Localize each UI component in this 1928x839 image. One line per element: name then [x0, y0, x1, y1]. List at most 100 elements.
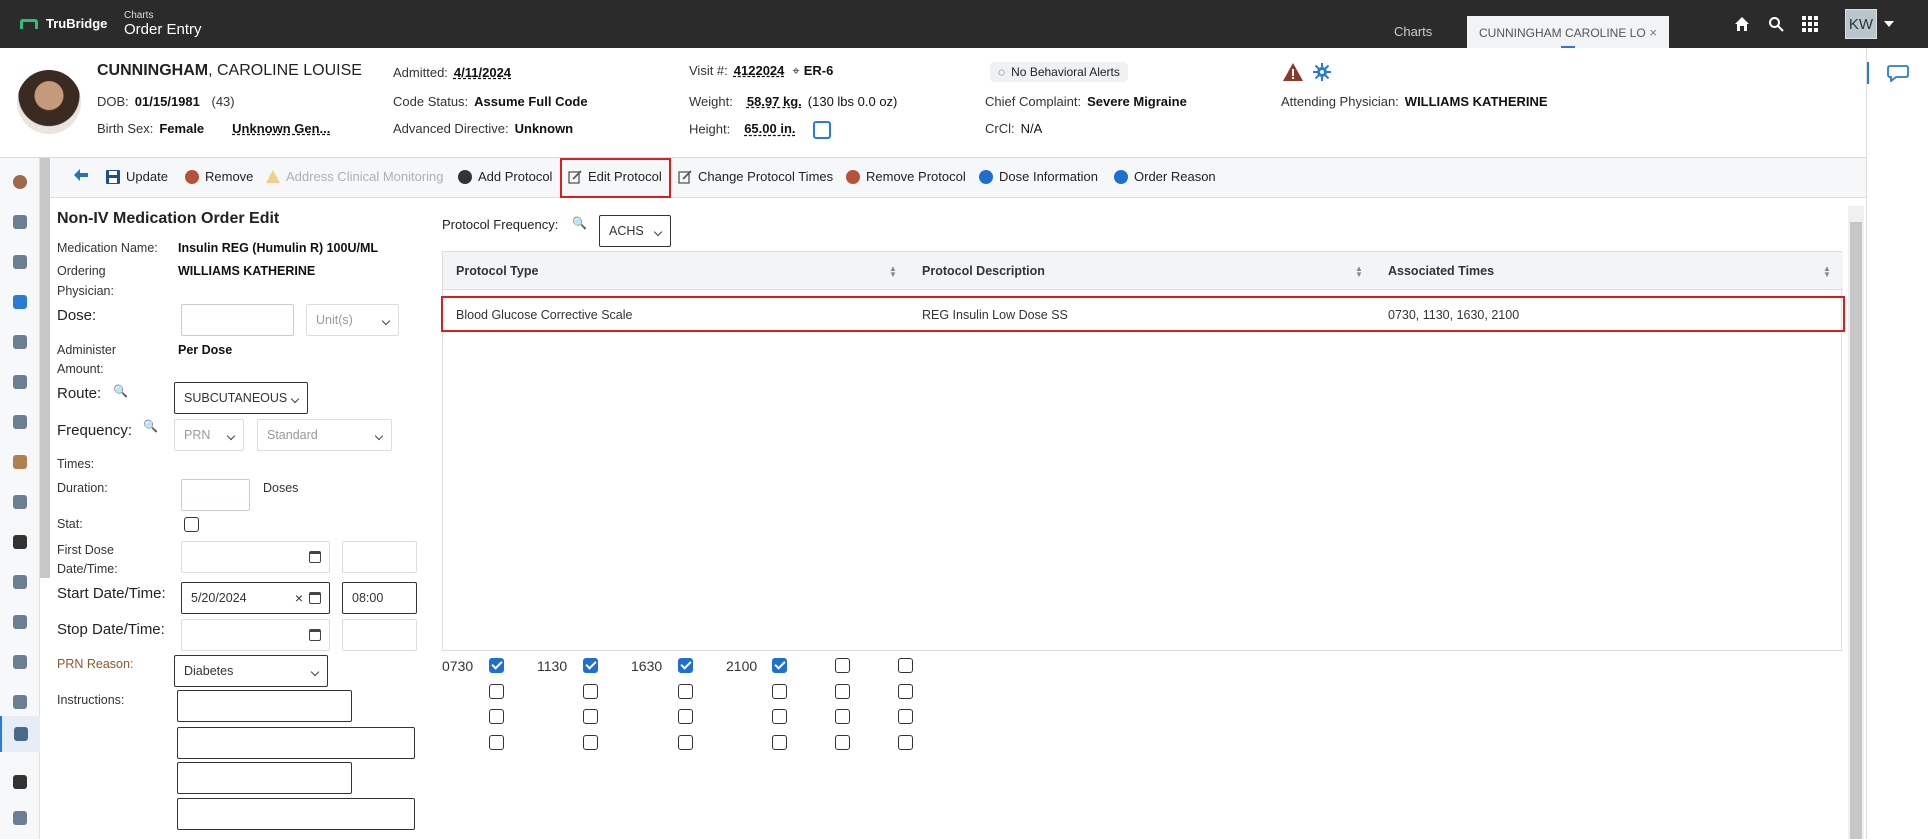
dose-input[interactable]	[181, 304, 294, 336]
nav-lab-icon[interactable]	[0, 324, 40, 360]
sort-icon[interactable]: ▲ ▼	[1355, 265, 1363, 279]
time-checkbox[interactable]	[772, 735, 787, 750]
column-protocol-description[interactable]: Protocol Description	[922, 264, 1045, 278]
instructions-input-2[interactable]	[177, 727, 415, 759]
time-checkbox[interactable]	[898, 684, 913, 699]
time-checkbox[interactable]	[489, 658, 504, 673]
time-checkbox[interactable]	[898, 658, 913, 673]
start-date-input[interactable]: 5/20/2024 ×	[181, 582, 330, 614]
nav-help-icon[interactable]	[0, 764, 40, 800]
calendar-icon[interactable]	[309, 551, 321, 563]
apps-grid-icon[interactable]	[1800, 14, 1820, 34]
column-protocol-type[interactable]: Protocol Type	[456, 264, 538, 278]
nav-documents-icon[interactable]	[0, 564, 40, 600]
time-checkbox[interactable]	[678, 709, 693, 724]
tab-charts[interactable]: Charts	[1394, 24, 1432, 39]
time-checkbox[interactable]	[835, 658, 850, 673]
time-checkbox[interactable]	[583, 709, 598, 724]
time-checkbox[interactable]	[583, 735, 598, 750]
nav-patient-icon[interactable]	[0, 164, 40, 200]
brand-logo[interactable]: TruBridge	[20, 16, 107, 31]
update-button[interactable]: Update	[106, 169, 168, 184]
frequency-select[interactable]: PRN	[174, 419, 244, 451]
add-protocol-button[interactable]: Add Protocol	[458, 169, 552, 184]
nav-imaging-icon[interactable]	[0, 524, 40, 560]
time-checkbox[interactable]	[583, 684, 598, 699]
sort-icon[interactable]: ▲ ▼	[889, 265, 897, 279]
nav-staff-icon[interactable]	[0, 484, 40, 520]
address-clinical-monitoring-button[interactable]: Address Clinical Monitoring	[266, 169, 444, 184]
column-associated-times[interactable]: Associated Times	[1388, 264, 1494, 278]
nav-reports-icon[interactable]	[0, 644, 40, 680]
chat-icon[interactable]	[1887, 64, 1909, 85]
admitted-value[interactable]: 4/11/2024	[454, 65, 511, 80]
nav-notes-icon[interactable]	[0, 244, 40, 280]
stop-time-input[interactable]	[342, 619, 417, 651]
nav-calendar-icon[interactable]	[0, 284, 40, 320]
time-checkbox[interactable]	[835, 735, 850, 750]
order-reason-button[interactable]: Order Reason	[1114, 169, 1216, 184]
route-search-icon[interactable]: 🔍	[113, 384, 128, 398]
form-scrollbar[interactable]	[40, 158, 50, 578]
gender-value[interactable]: Unknown Gen...	[232, 121, 330, 136]
infection-alert-icon[interactable]	[1312, 62, 1332, 85]
time-checkbox[interactable]	[489, 684, 504, 699]
protocol-frequency-select[interactable]: ACHS	[599, 215, 671, 247]
nav-forms-icon[interactable]	[0, 604, 40, 640]
prn-reason-select[interactable]: Diabetes	[174, 655, 328, 687]
remove-button[interactable]: Remove	[185, 169, 253, 184]
home-icon[interactable]	[1732, 14, 1752, 34]
close-tab-icon[interactable]: ×	[1649, 25, 1657, 40]
protocol-frequency-search-icon[interactable]: 🔍	[572, 216, 587, 230]
time-checkbox[interactable]	[898, 735, 913, 750]
time-checkbox[interactable]	[678, 684, 693, 699]
calendar-icon[interactable]	[309, 592, 321, 604]
nav-orders-icon[interactable]	[0, 364, 40, 400]
nav-results-icon[interactable]	[0, 404, 40, 440]
unit-select[interactable]: Unit(s)	[306, 304, 399, 336]
allergy-alert-icon[interactable]	[1282, 62, 1304, 85]
time-checkbox[interactable]	[835, 709, 850, 724]
height-value[interactable]: 65.00 in.	[744, 121, 795, 136]
instructions-input-1[interactable]	[177, 690, 352, 722]
time-checkbox[interactable]	[772, 658, 787, 673]
time-checkbox[interactable]	[898, 709, 913, 724]
time-checkbox[interactable]	[678, 735, 693, 750]
stat-checkbox[interactable]	[184, 517, 199, 532]
chevron-down-icon[interactable]	[1884, 21, 1894, 27]
nav-vitals-icon[interactable]	[0, 204, 40, 240]
scrollbar-thumb[interactable]	[1850, 222, 1862, 839]
visit-value[interactable]: 4122024	[734, 63, 785, 78]
instructions-input-3[interactable]	[177, 762, 352, 794]
nav-settings-icon[interactable]	[0, 800, 40, 836]
start-time-input[interactable]: 08:00	[342, 582, 417, 614]
nav-attachments-icon[interactable]	[0, 684, 40, 720]
back-arrow-icon[interactable]	[74, 169, 88, 181]
time-checkbox[interactable]	[835, 684, 850, 699]
stop-date-input[interactable]	[181, 619, 330, 651]
search-icon[interactable]	[1766, 14, 1786, 34]
time-checkbox[interactable]	[489, 735, 504, 750]
nav-procedures-icon[interactable]	[0, 444, 40, 480]
time-checkbox[interactable]	[772, 709, 787, 724]
change-protocol-times-button[interactable]: Change Protocol Times	[678, 169, 833, 184]
frequency-type-select[interactable]: Standard	[257, 419, 392, 451]
time-checkbox[interactable]	[583, 658, 598, 673]
growth-chart-icon[interactable]	[813, 121, 832, 139]
clear-icon[interactable]: ×	[295, 590, 303, 606]
table-row[interactable]: Blood Glucose Corrective Scale REG Insul…	[441, 296, 1845, 332]
remove-protocol-button[interactable]: Remove Protocol	[846, 169, 966, 184]
frequency-search-icon[interactable]: 🔍	[143, 419, 158, 433]
first-dose-time-input[interactable]	[342, 541, 417, 573]
tab-patient[interactable]: CUNNINGHAM CAROLINE LO ×	[1467, 16, 1669, 48]
time-checkbox[interactable]	[489, 709, 504, 724]
time-checkbox[interactable]	[678, 658, 693, 673]
duration-input[interactable]	[181, 479, 250, 511]
calendar-icon[interactable]	[309, 629, 321, 641]
route-select[interactable]: SUBCUTANEOUS	[174, 382, 308, 414]
sort-icon[interactable]: ▲ ▼	[1823, 265, 1831, 279]
dose-information-button[interactable]: Dose Information	[979, 169, 1098, 184]
behavioral-alerts-badge[interactable]: ◌ No Behavioral Alerts	[990, 62, 1128, 82]
nav-order-entry-icon[interactable]	[0, 716, 40, 752]
user-avatar[interactable]: KW	[1845, 9, 1877, 39]
